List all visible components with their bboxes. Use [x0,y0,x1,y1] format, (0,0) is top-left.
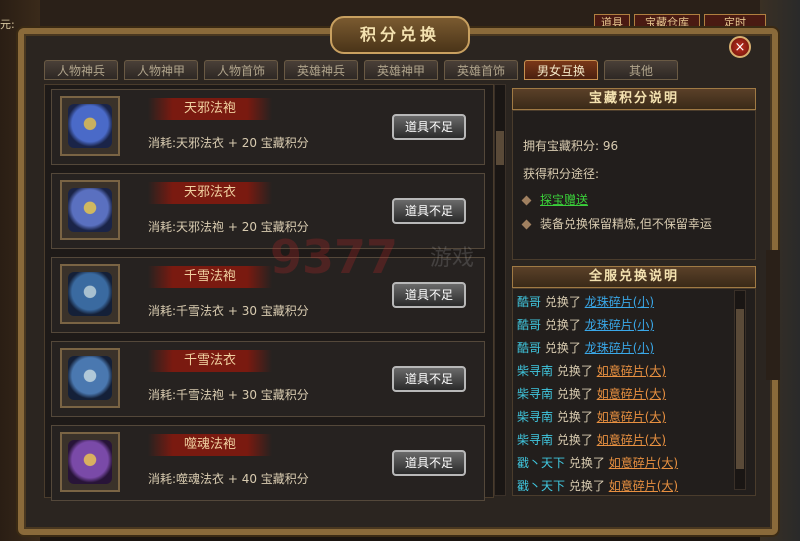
tab-player-armor[interactable]: 人物神甲 [124,60,198,80]
points-label: 拥有宝藏积分: [523,139,600,153]
item-name: 天邪法袍 [148,98,272,120]
way-text: 装备兑换保留精炼,但不保留幸运 [540,217,712,231]
log-verb: 兑换了 [556,387,593,401]
exchange-item-list: 天邪法袍 消耗:天邪法衣 + 20 宝藏积分 道具不足 天邪法衣 消耗:天邪法袍… [44,84,494,501]
diamond-bullet-icon [521,195,532,206]
log-item-link[interactable]: 如意碎片(大) [597,433,666,447]
server-log-panel: 酷哥 兑换了 龙珠碎片(小) 酷哥 兑换了 龙珠碎片(小) 酷哥 兑换了 龙珠碎… [512,288,756,496]
item-list-scrollbar[interactable] [494,84,506,496]
log-verb: 兑换了 [556,364,593,378]
list-item: 千雪法衣 消耗:千雪法袍 + 30 宝藏积分 道具不足 [51,341,485,417]
tab-other[interactable]: 其他 [604,60,678,80]
log-item-link[interactable]: 如意碎片(大) [597,387,666,401]
log-row: 戳丶天下 兑换了 如意碎片(大) [517,477,678,494]
item-cost: 消耗:千雪法衣 + 30 宝藏积分 [148,304,309,318]
log-verb: 兑换了 [544,341,581,355]
log-row: 柴寻南 兑换了 如意碎片(大) [517,362,666,379]
item-name: 天邪法衣 [148,182,272,204]
exchange-button[interactable]: 道具不足 [392,114,466,140]
item-name: 千雪法衣 [148,350,272,372]
scrollbar-thumb[interactable] [496,131,504,165]
window-title: 积分兑换 [330,16,470,54]
tab-player-weapon[interactable]: 人物神兵 [44,60,118,80]
log-player: 柴寻南 [517,410,554,424]
log-item-link[interactable]: 如意碎片(大) [597,410,666,424]
log-verb: 兑换了 [568,479,605,493]
robe-icon [68,188,112,232]
item-cost: 消耗:天邪法衣 + 20 宝藏积分 [148,136,309,150]
log-item-link[interactable]: 龙珠碎片(小) [585,341,654,355]
log-item-link[interactable]: 如意碎片(大) [609,479,678,493]
log-row: 柴寻南 兑换了 如意碎片(大) [517,408,666,425]
tab-hero-armor[interactable]: 英雄神甲 [364,60,438,80]
log-row: 酷哥 兑换了 龙珠碎片(小) [517,293,654,310]
item-cost: 消耗:噬魂法衣 + 40 宝藏积分 [148,472,309,486]
log-item-link[interactable]: 龙珠碎片(小) [585,318,654,332]
log-player: 戳丶天下 [517,456,566,470]
points-row: 拥有宝藏积分: 96 [523,137,618,154]
exchange-button[interactable]: 道具不足 [392,450,466,476]
log-row: 戳丶天下 兑换了 如意碎片(大) [517,454,678,471]
log-row: 柴寻南 兑换了 如意碎片(大) [517,431,666,448]
log-item-link[interactable]: 如意碎片(大) [597,364,666,378]
outer-scrollbar[interactable] [766,250,780,380]
log-verb: 兑换了 [556,410,593,424]
item-cost: 消耗:千雪法袍 + 30 宝藏积分 [148,388,309,402]
list-item: 千雪法袍 消耗:千雪法衣 + 30 宝藏积分 道具不足 [51,257,485,333]
log-verb: 兑换了 [544,295,581,309]
tab-player-jewelry[interactable]: 人物首饰 [204,60,278,80]
robe-icon [68,104,112,148]
way-row-1: 探宝赠送 [521,191,588,208]
log-player: 酷哥 [517,295,542,309]
log-row: 酷哥 兑换了 龙珠碎片(小) [517,339,654,356]
log-item-link[interactable]: 龙珠碎片(小) [585,295,654,309]
log-player: 柴寻南 [517,433,554,447]
log-player: 柴寻南 [517,387,554,401]
log-player: 柴寻南 [517,364,554,378]
list-item: 天邪法袍 消耗:天邪法衣 + 20 宝藏积分 道具不足 [51,89,485,165]
exchange-button[interactable]: 道具不足 [392,282,466,308]
server-log-scrollbar[interactable] [734,290,746,490]
log-verb: 兑换了 [556,433,593,447]
item-icon-frame [60,348,120,408]
scrollbar-thumb[interactable] [736,309,744,469]
tab-hero-weapon[interactable]: 英雄神兵 [284,60,358,80]
item-name: 千雪法袍 [148,266,272,288]
item-icon-frame [60,432,120,492]
top-left-fragment: 元: [0,18,15,31]
log-player: 戳丶天下 [517,479,566,493]
item-icon-frame [60,180,120,240]
log-player: 酷哥 [517,318,542,332]
watermark-logo: 9377 [270,230,399,284]
log-row: 柴寻南 兑换了 如意碎片(大) [517,385,666,402]
log-verb: 兑换了 [568,456,605,470]
treasure-info-panel: 拥有宝藏积分: 96 获得积分途径: 探宝赠送 装备兑换保留精炼,但不保留幸运 [512,110,756,260]
tab-gender-swap[interactable]: 男女互换 [524,60,598,80]
ways-label: 获得积分途径: [523,167,600,181]
way-row-2: 装备兑换保留精炼,但不保留幸运 [521,215,712,232]
log-row: 酷哥 兑换了 龙珠碎片(小) [517,316,654,333]
robe-icon [68,440,112,484]
tab-hero-jewelry[interactable]: 英雄首饰 [444,60,518,80]
item-icon-frame [60,264,120,324]
log-item-link[interactable]: 如意碎片(大) [609,456,678,470]
log-verb: 兑换了 [544,318,581,332]
exchange-button[interactable]: 道具不足 [392,366,466,392]
close-button[interactable]: × [729,36,751,58]
item-icon-frame [60,96,120,156]
points-value: 96 [602,139,619,153]
treasure-info-heading: 宝藏积分说明 [512,88,756,110]
diamond-bullet-icon [521,219,532,230]
exchange-button[interactable]: 道具不足 [392,198,466,224]
item-name: 噬魂法袍 [148,434,272,456]
server-log-heading: 全服兑换说明 [512,266,756,288]
treasure-gift-link[interactable]: 探宝赠送 [540,193,588,207]
robe-icon [68,272,112,316]
list-item: 天邪法衣 消耗:天邪法袍 + 20 宝藏积分 道具不足 [51,173,485,249]
watermark-text: 游戏 [430,246,475,271]
log-player: 酷哥 [517,341,542,355]
list-item: 噬魂法袍 消耗:噬魂法衣 + 40 宝藏积分 道具不足 [51,425,485,501]
robe-icon [68,356,112,400]
